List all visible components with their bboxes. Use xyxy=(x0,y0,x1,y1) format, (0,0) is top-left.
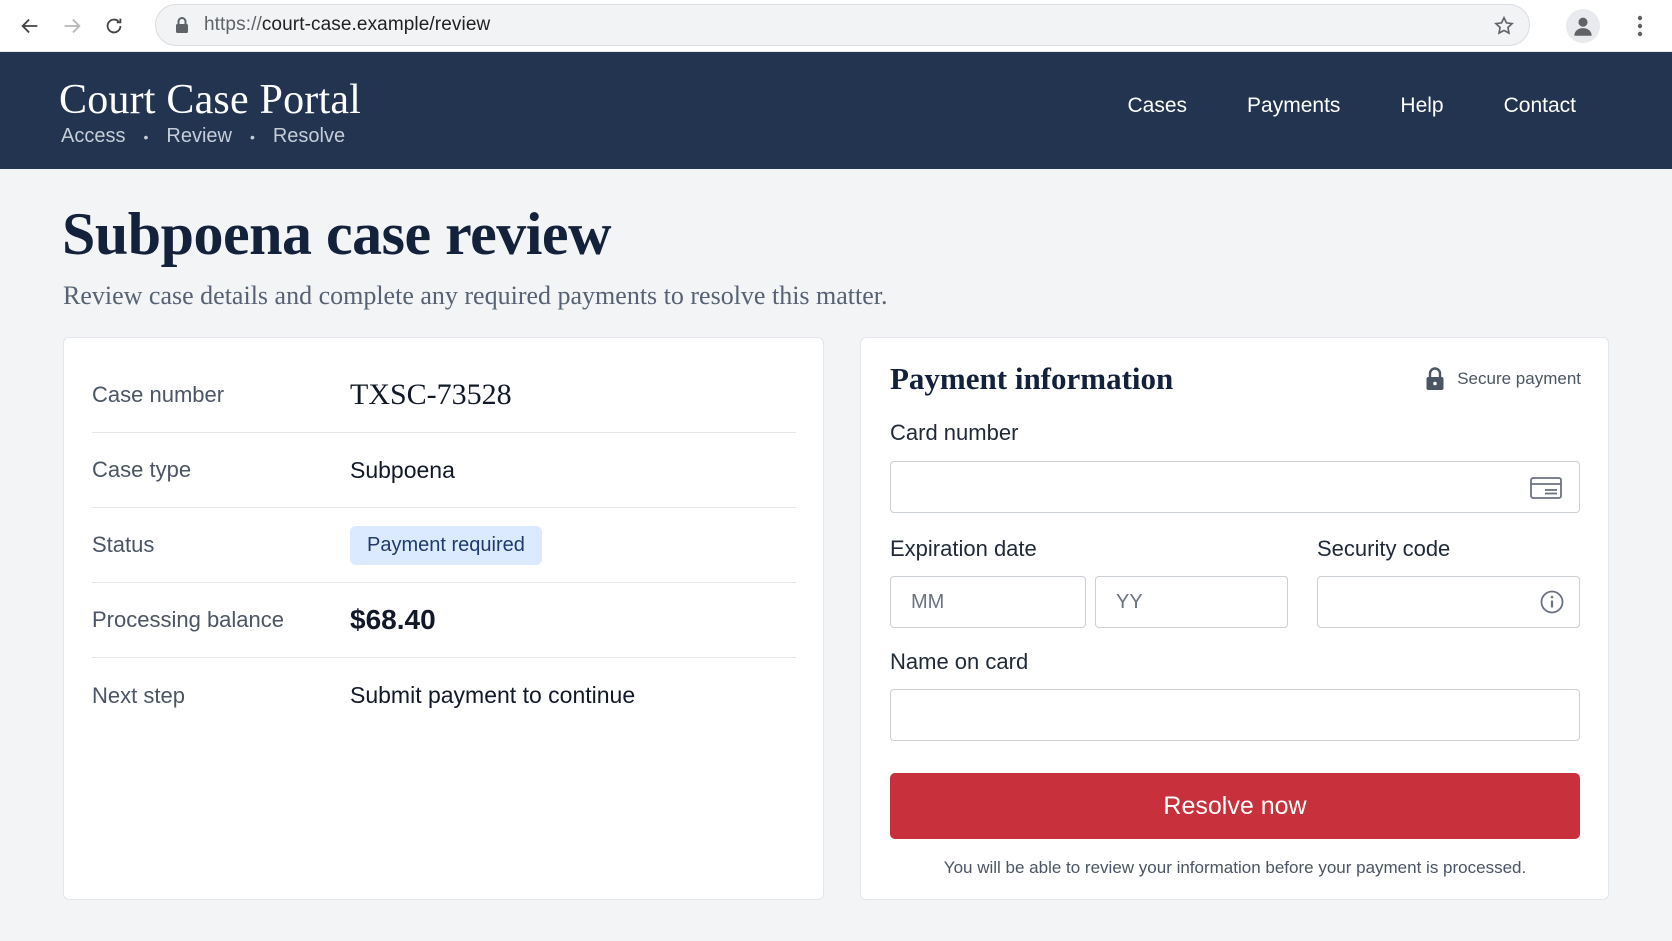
tagline-review: Review xyxy=(166,125,232,147)
status-label: Status xyxy=(92,532,155,557)
detail-row-case-type: Case type Subpoena xyxy=(92,433,796,508)
back-icon xyxy=(21,18,38,33)
expiration-label: Expiration date xyxy=(890,536,1037,561)
name-on-card-input[interactable] xyxy=(890,689,1580,741)
detail-row-next-step: Next step Submit payment to continue xyxy=(92,658,796,733)
brand-title[interactable]: Court Case Portal xyxy=(59,76,361,124)
credit-card-icon xyxy=(1530,477,1562,499)
reload-button[interactable] xyxy=(96,8,132,44)
card-number-label: Card number xyxy=(890,420,1019,445)
security-code-label: Security code xyxy=(1317,536,1451,561)
browser-menu-button[interactable] xyxy=(1628,12,1652,40)
site-header: Court Case Portal Access • Review • Reso… xyxy=(0,52,1672,169)
page-title: Subpoena case review xyxy=(62,201,611,267)
tagline-separator: • xyxy=(249,128,255,145)
tagline-resolve: Resolve xyxy=(272,125,346,147)
forward-button[interactable] xyxy=(54,8,90,44)
tagline-access: Access xyxy=(61,125,126,147)
expiration-year-input[interactable] xyxy=(1095,576,1288,628)
detail-row-balance: Processing balance $68.40 xyxy=(92,583,796,658)
nav-help[interactable]: Help xyxy=(1400,94,1443,118)
case-number-value: TXSC-73528 xyxy=(350,378,512,411)
padlock-icon xyxy=(1426,367,1444,390)
balance-value: $68.40 xyxy=(350,604,436,635)
nav-contact[interactable]: Contact xyxy=(1504,94,1576,118)
status-badge: Payment required xyxy=(350,525,542,565)
info-icon[interactable] xyxy=(1540,590,1564,614)
case-type-value: Subpoena xyxy=(350,456,455,483)
card-number-input[interactable] xyxy=(890,461,1580,513)
profile-button[interactable] xyxy=(1566,9,1600,43)
forward-icon xyxy=(64,18,81,33)
next-step-label: Next step xyxy=(92,682,185,708)
brand-tagline: Access • Review • Resolve xyxy=(61,125,345,148)
main-nav: Cases Payments Help Contact xyxy=(1068,94,1576,118)
nav-cases[interactable]: Cases xyxy=(1128,94,1188,118)
detail-row-status: Status Payment required xyxy=(92,508,796,583)
nav-payments[interactable]: Payments xyxy=(1247,94,1340,118)
star-icon[interactable] xyxy=(1493,15,1515,37)
expiration-month-input[interactable] xyxy=(890,576,1086,628)
address-bar[interactable]: https://court-case.example/review xyxy=(155,4,1530,46)
secure-payment-label: Secure payment xyxy=(1457,369,1581,388)
back-button[interactable] xyxy=(12,8,48,44)
lock-icon xyxy=(176,17,188,33)
secure-payment-indicator: Secure payment xyxy=(1425,367,1581,391)
profile-icon xyxy=(1574,17,1592,36)
kebab-menu-icon xyxy=(1637,15,1643,37)
payment-note: You will be able to review your informat… xyxy=(943,858,1527,877)
browser-toolbar: https://court-case.example/review xyxy=(0,0,1672,52)
page-subtitle: Review case details and complete any req… xyxy=(63,281,888,310)
url-text: https://court-case.example/review xyxy=(204,14,491,35)
tagline-separator: • xyxy=(143,128,149,145)
balance-label: Processing balance xyxy=(92,607,285,632)
resolve-now-button[interactable]: Resolve now xyxy=(890,773,1580,839)
detail-row-case-number: Case number TXSC-73528 xyxy=(92,358,796,433)
next-step-value: Submit payment to continue xyxy=(350,682,636,708)
reload-icon xyxy=(106,18,122,33)
case-type-label: Case type xyxy=(92,457,192,482)
case-details-card: Case number TXSC-73528 Case type Subpoen… xyxy=(63,337,824,900)
name-on-card-label: Name on card xyxy=(890,649,1029,674)
payment-card: Payment information Secure payment Card … xyxy=(860,337,1609,900)
case-number-label: Case number xyxy=(92,382,225,407)
payment-title: Payment information xyxy=(890,361,1174,396)
